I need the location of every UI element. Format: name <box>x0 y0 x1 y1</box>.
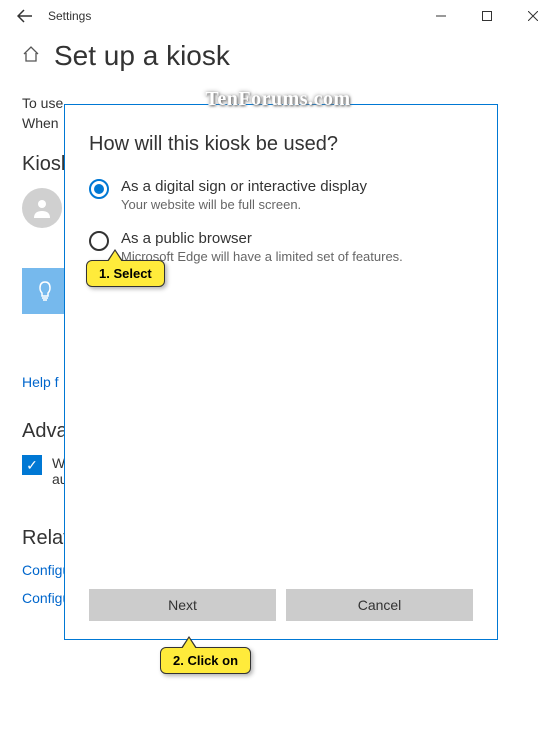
maximize-button[interactable] <box>464 0 510 32</box>
kiosk-mode-dialog: How will this kiosk be used? As a digita… <box>64 104 498 640</box>
user-avatar[interactable] <box>22 188 62 228</box>
radio-input[interactable] <box>89 179 109 199</box>
annotation-select: 1. Select <box>86 260 165 287</box>
back-button[interactable] <box>10 1 40 31</box>
radio-label: As a digital sign or interactive display <box>121 178 367 195</box>
person-icon <box>30 196 54 220</box>
minimize-button[interactable] <box>418 0 464 32</box>
window-title: Settings <box>48 9 91 23</box>
window-controls <box>418 0 556 32</box>
lightbulb-icon <box>33 279 57 303</box>
dialog-buttons: Next Cancel <box>89 589 473 621</box>
radio-label: As a public browser <box>121 230 403 247</box>
next-button[interactable]: Next <box>89 589 276 621</box>
radio-option-public-browser[interactable]: As a public browser Microsoft Edge will … <box>89 230 473 264</box>
dialog-title: How will this kiosk be used? <box>89 133 473 156</box>
tip-button[interactable] <box>22 268 68 314</box>
page-header: Set up a kiosk <box>22 40 534 72</box>
cancel-button[interactable]: Cancel <box>286 589 473 621</box>
close-button[interactable] <box>510 0 556 32</box>
titlebar: Settings <box>0 0 556 32</box>
radio-input[interactable] <box>89 231 109 251</box>
page-title: Set up a kiosk <box>54 40 230 72</box>
radio-description: Your website will be full screen. <box>121 197 367 212</box>
back-arrow-icon <box>17 8 33 24</box>
auto-checkbox[interactable]: ✓ <box>22 455 42 475</box>
home-icon[interactable] <box>22 45 40 68</box>
radio-option-digital-sign[interactable]: As a digital sign or interactive display… <box>89 178 473 212</box>
annotation-click: 2. Click on <box>160 647 251 674</box>
